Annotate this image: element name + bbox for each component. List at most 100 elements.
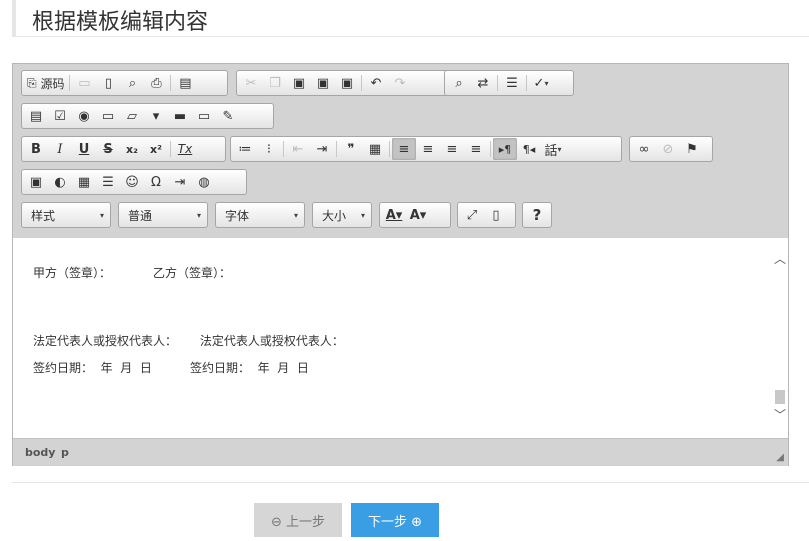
divider <box>12 482 809 483</box>
path-p[interactable]: p <box>61 446 69 459</box>
bulleted-list-icon: ⁝ <box>266 141 272 157</box>
find-button[interactable]: ⌕ <box>447 72 471 94</box>
toolbar-group-clipboard: ✂ ❐ ▣ ▣ ▣ ↶ ↷ <box>236 70 453 96</box>
strike-button[interactable]: S <box>96 138 120 160</box>
show-blocks-button[interactable]: ▯ <box>484 204 508 226</box>
separator <box>389 141 390 157</box>
anchor-button[interactable]: ⚑ <box>680 138 704 160</box>
superscript-icon: x² <box>150 142 162 156</box>
resize-handle-icon[interactable]: ◢ <box>776 452 784 463</box>
replace-button[interactable]: ⇄ <box>471 72 495 94</box>
paste-button[interactable]: ▣ <box>287 72 311 94</box>
spellcheck-button[interactable]: ✓ ▾ <box>529 72 553 94</box>
size-combo[interactable]: 大小 ▾ <box>312 202 372 228</box>
underline-button[interactable]: U <box>72 138 96 160</box>
table-button[interactable]: ▦ <box>72 171 96 193</box>
path-body[interactable]: body <box>25 446 55 459</box>
toolbar-group-basic-styles: B I U S x₂ x² Tx <box>21 136 226 162</box>
toolbar-group-document: ⎘ 源码 ▭ ▯ ⌕ ⎙ ▤ <box>21 70 228 96</box>
textarea-button[interactable]: ▱ <box>120 105 144 127</box>
form-button[interactable]: ▤ <box>24 105 48 127</box>
paste-word-button[interactable]: ▣ <box>335 72 359 94</box>
language-button[interactable]: 話 ▾ <box>541 138 565 160</box>
rtl-button[interactable]: ¶◂ <box>517 138 541 160</box>
format-combo[interactable]: 普通 ▾ <box>118 202 208 228</box>
representative-line: 法定代表人或授权代表人： 法定代表人或授权代表人： <box>33 334 344 348</box>
paste-text-button[interactable]: ▣ <box>311 72 335 94</box>
editor-scrollbar[interactable]: ︿ ﹀ <box>772 238 788 438</box>
save-button[interactable]: ▭ <box>72 72 96 94</box>
select-all-button[interactable]: ☰ <box>500 72 524 94</box>
subscript-button[interactable]: x₂ <box>120 138 144 160</box>
print-button[interactable]: ⎙ <box>144 72 168 94</box>
div-button[interactable]: ▦ <box>363 138 387 160</box>
templates-button[interactable]: ▤ <box>173 72 197 94</box>
prev-step-button[interactable]: ⊖ 上一步 <box>254 503 342 537</box>
link-button[interactable]: ∞ <box>632 138 656 160</box>
redo-button[interactable]: ↷ <box>388 72 412 94</box>
bulleted-list-button[interactable]: ⁝ <box>257 138 281 160</box>
ltr-button[interactable]: ▸¶ <box>493 138 517 160</box>
chevron-down-icon[interactable]: ﹀ <box>772 406 788 423</box>
numbered-list-button[interactable]: ≔ <box>233 138 257 160</box>
textfield-button[interactable]: ▭ <box>96 105 120 127</box>
show-blocks-icon: ▯ <box>492 207 500 223</box>
select-icon: ▾ <box>152 108 160 124</box>
select-field-button[interactable]: ▾ <box>144 105 168 127</box>
editor-content[interactable]: 甲方（签章）： 乙方（签章）： 法定代表人或授权代表人： 法定代表人或授权代表人… <box>13 238 772 438</box>
chevron-down-icon: ▾ <box>99 210 104 220</box>
bg-color-icon: A▾ <box>409 207 427 223</box>
format-combo-label: 普通 <box>128 208 153 223</box>
chevron-down-icon: ▾ <box>557 144 562 154</box>
bg-color-button[interactable]: A▾ <box>406 204 430 226</box>
superscript-button[interactable]: x² <box>144 138 168 160</box>
chevron-up-icon[interactable]: ︿ <box>772 250 788 267</box>
separator <box>170 141 171 157</box>
hidden-field-button[interactable]: ✎ <box>216 105 240 127</box>
remove-format-button[interactable]: Tx <box>173 138 197 160</box>
next-step-button[interactable]: 下一步 ⊕ <box>351 503 439 537</box>
toolbar-group-links: ∞ ⊘ ⚑ <box>629 136 713 162</box>
preview-button[interactable]: ⌕ <box>120 72 144 94</box>
page-break-button[interactable]: ⇥ <box>168 171 192 193</box>
bold-button[interactable]: B <box>24 138 48 160</box>
smiley-button[interactable]: ☺ <box>120 171 144 193</box>
image-button-button[interactable]: ▭ <box>192 105 216 127</box>
align-left-button[interactable]: ≡ <box>392 138 416 160</box>
italic-button[interactable]: I <box>48 138 72 160</box>
unlink-button[interactable]: ⊘ <box>656 138 680 160</box>
justify-button[interactable]: ≡ <box>464 138 488 160</box>
image-button[interactable]: ▣ <box>24 171 48 193</box>
text-color-button[interactable]: A▾ <box>382 204 406 226</box>
source-button[interactable]: ⎘ 源码 <box>24 72 67 94</box>
new-page-icon: ▯ <box>104 75 113 91</box>
style-combo[interactable]: 样式 ▾ <box>21 202 111 228</box>
button-icon: ▬ <box>173 108 187 124</box>
special-char-icon: Ω <box>151 174 161 190</box>
outdent-button[interactable]: ⇤ <box>286 138 310 160</box>
flash-button[interactable]: ◐ <box>48 171 72 193</box>
cut-button[interactable]: ✂ <box>239 72 263 94</box>
new-page-button[interactable]: ▯ <box>96 72 120 94</box>
maximize-button[interactable]: ⤢ <box>460 204 484 226</box>
anchor-icon: ⚑ <box>686 141 698 157</box>
align-center-button[interactable]: ≡ <box>416 138 440 160</box>
radio-button[interactable]: ◉ <box>72 105 96 127</box>
copy-button[interactable]: ❐ <box>263 72 287 94</box>
checkbox-button[interactable]: ☑ <box>48 105 72 127</box>
indent-button[interactable]: ⇥ <box>310 138 334 160</box>
form-button-button[interactable]: ▬ <box>168 105 192 127</box>
iframe-button[interactable]: ◍ <box>192 171 216 193</box>
special-char-button[interactable]: Ω <box>144 171 168 193</box>
about-button[interactable]: ? <box>525 204 549 226</box>
undo-button[interactable]: ↶ <box>364 72 388 94</box>
font-combo[interactable]: 字体 ▾ <box>215 202 305 228</box>
indent-icon: ⇥ <box>316 141 328 157</box>
horizontal-rule-icon: ☰ <box>102 174 114 190</box>
align-right-button[interactable]: ≡ <box>440 138 464 160</box>
separator <box>497 75 498 91</box>
horizontal-rule-button[interactable]: ☰ <box>96 171 120 193</box>
scroll-thumb[interactable] <box>775 390 785 404</box>
blockquote-button[interactable]: ❞ <box>339 138 363 160</box>
flash-icon: ◐ <box>54 174 66 190</box>
